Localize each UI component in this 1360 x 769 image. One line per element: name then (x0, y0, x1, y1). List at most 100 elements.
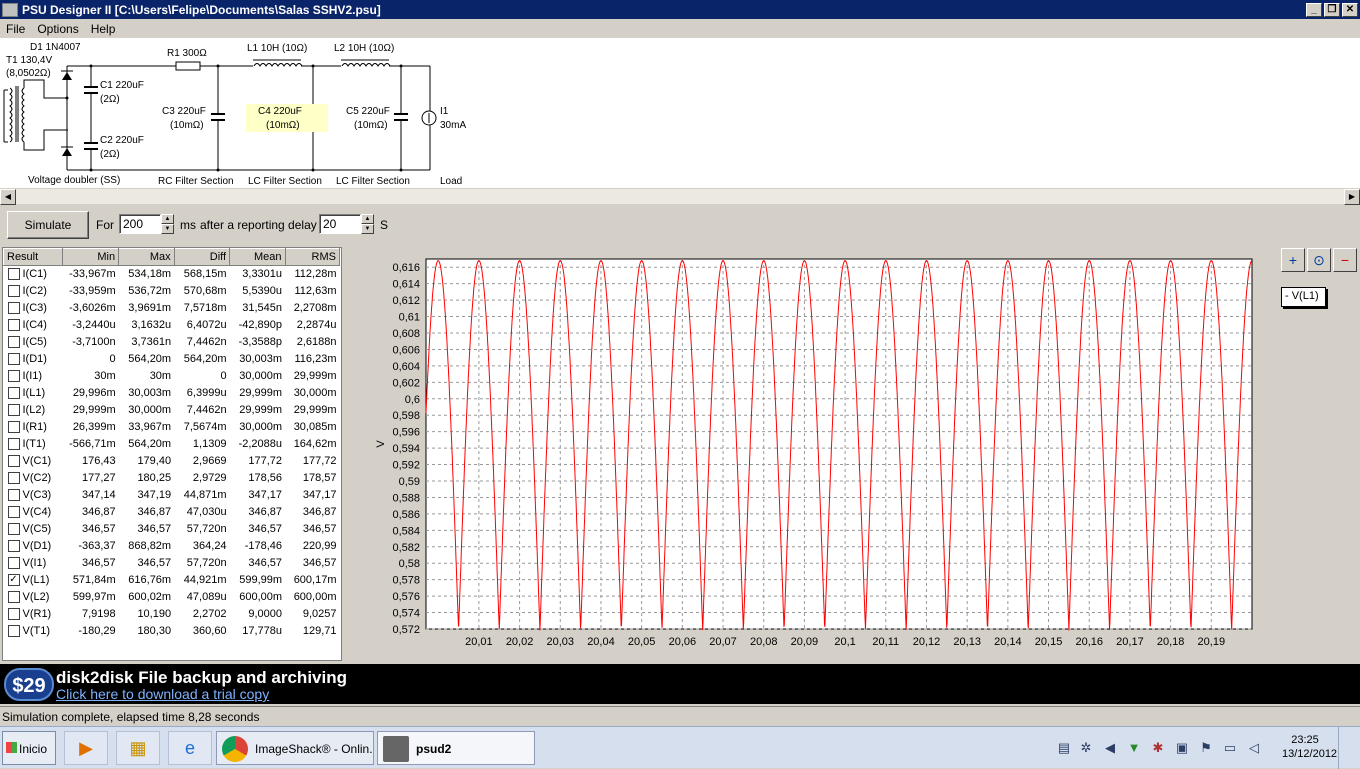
flag-icon[interactable]: ⚑ (1198, 740, 1214, 756)
result-checkbox[interactable] (7, 608, 20, 621)
table-row[interactable]: I(I1) 30m 30m 0 30,000m 29,999m (4, 368, 340, 385)
result-name-cell[interactable]: I(D1) (4, 351, 63, 368)
start-button[interactable]: Inicio (2, 731, 56, 765)
printer-icon[interactable]: ▤ (1056, 740, 1072, 756)
volume-icon[interactable]: ◁ (1246, 740, 1262, 756)
table-row[interactable]: I(D1) 0 564,20m 564,20m 30,003m 116,23m (4, 351, 340, 368)
gear-icon[interactable]: ✲ (1078, 740, 1094, 756)
result-name-cell[interactable]: V(C2) (4, 470, 63, 487)
file-explorer-icon[interactable]: ▦ (116, 731, 160, 765)
result-checkbox[interactable] (7, 523, 20, 536)
waveform-chart[interactable]: 0,572 0,574 0,576 0,578 0,58 0,582 0,584 0,586 0… (346, 247, 1360, 661)
simulate-button[interactable]: Simulate (7, 211, 89, 239)
result-name-cell[interactable]: V(C4) (4, 504, 63, 521)
result-checkbox[interactable]: ✓ (7, 574, 20, 587)
menu-help[interactable]: Help (85, 22, 122, 36)
duration-spinner[interactable]: ▲ ▼ (161, 214, 174, 234)
table-row[interactable]: I(C4) -3,2440u 3,1632u 6,4072u -42,890p 2,287… (4, 317, 340, 334)
col-min[interactable]: Min (61, 248, 120, 266)
table-row[interactable]: V(I1) 346,57 346,57 57,720n 346,57 346,57 (4, 555, 340, 572)
result-name-cell[interactable]: V(D1) (4, 538, 63, 555)
result-name-cell[interactable]: I(I1) (4, 368, 63, 385)
internet-explorer-icon[interactable]: e (168, 731, 212, 765)
result-checkbox[interactable] (7, 319, 20, 332)
minimize-button[interactable]: _ (1306, 2, 1322, 17)
table-row[interactable]: I(T1) -566,71m 564,20m 1,1309 -2,2088u 164,62… (4, 436, 340, 453)
result-name-cell[interactable]: V(I1) (4, 555, 63, 572)
result-checkbox[interactable] (7, 370, 20, 383)
scroll-right-icon[interactable]: ▶ (1344, 189, 1360, 205)
table-row[interactable]: ✓ V(L1) 571,84m 616,76m 44,921m 599,99m 600,17… (4, 572, 340, 589)
result-checkbox[interactable] (7, 387, 20, 400)
col-rms[interactable]: RMS (284, 248, 341, 266)
result-checkbox[interactable] (7, 591, 20, 604)
scroll-left-icon[interactable]: ◀ (0, 189, 16, 205)
result-name-cell[interactable]: V(C1) (4, 453, 63, 470)
result-checkbox[interactable] (7, 557, 20, 570)
task-psud2[interactable]: psud2 (377, 731, 535, 765)
result-name-cell[interactable]: I(R1) (4, 419, 63, 436)
result-checkbox[interactable] (7, 336, 20, 349)
result-checkbox[interactable] (7, 489, 20, 502)
table-row[interactable]: V(R1) 7,9198 10,190 2,2702 9,0000 9,0257 (4, 606, 340, 623)
spin-up-icon[interactable]: ▲ (361, 214, 374, 224)
col-max[interactable]: Max (118, 248, 175, 266)
result-name-cell[interactable]: V(R1) (4, 606, 63, 623)
zoom-in-icon[interactable]: + (1281, 248, 1305, 272)
result-name-cell[interactable]: I(C5) (4, 334, 63, 351)
result-checkbox[interactable] (7, 421, 20, 434)
result-name-cell[interactable]: I(L2) (4, 402, 63, 419)
show-desktop-button[interactable] (1338, 727, 1360, 769)
table-row[interactable]: I(C1) -33,967m 534,18m 568,15m 3,3301u 112,28… (4, 266, 340, 283)
result-name-cell[interactable]: I(L1) (4, 385, 63, 402)
zoom-out-icon[interactable]: − (1333, 248, 1357, 272)
result-name-cell[interactable]: I(C1) (4, 266, 63, 283)
delay-spinner[interactable]: ▲ ▼ (361, 214, 374, 234)
result-name-cell[interactable]: I(C4) (4, 317, 63, 334)
result-name-cell[interactable]: V(C5) (4, 521, 63, 538)
table-row[interactable]: V(T1) -180,29 180,30 360,60 17,778u 129,71 (4, 623, 340, 640)
table-row[interactable]: V(C2) 177,27 180,25 2,9729 178,56 178,57 (4, 470, 340, 487)
task-chrome[interactable]: ImageShack® - Onlin... (216, 731, 374, 765)
ad-banner[interactable]: $29 disk2disk File backup and archiving … (0, 664, 1360, 704)
schematic-panel[interactable]: D1 1N4007 T1 130,4V (8,0502Ω) C1 220uF (… (0, 38, 1360, 188)
result-name-cell[interactable]: I(C3) (4, 300, 63, 317)
table-row[interactable]: I(C3) -3,6026m 3,9691m 7,5718m 31,545n 2,2708… (4, 300, 340, 317)
network-icon[interactable]: ▣ (1174, 740, 1190, 756)
monitor-icon[interactable]: ▭ (1222, 740, 1238, 756)
table-row[interactable]: I(L1) 29,996m 30,003m 6,3999u 29,999m 30,000m (4, 385, 340, 402)
result-name-cell[interactable]: ✓ V(L1) (4, 572, 63, 589)
result-checkbox[interactable] (7, 506, 20, 519)
maximize-button[interactable]: ❐ (1324, 2, 1340, 17)
result-checkbox[interactable] (7, 285, 20, 298)
app-icon[interactable] (2, 2, 18, 17)
spin-down-icon[interactable]: ▼ (361, 224, 374, 234)
result-checkbox[interactable] (7, 540, 20, 553)
menu-options[interactable]: Options (31, 22, 84, 36)
spin-up-icon[interactable]: ▲ (161, 214, 174, 224)
table-row[interactable]: I(R1) 26,399m 33,967m 7,5674m 30,000m 30,085m (4, 419, 340, 436)
col-diff[interactable]: Diff (173, 248, 231, 266)
col-result[interactable]: Result (3, 248, 63, 266)
result-checkbox[interactable] (7, 472, 20, 485)
table-row[interactable]: I(C2) -33,959m 536,72m 570,68m 5,5390u 112,63… (4, 283, 340, 300)
table-row[interactable]: V(D1) -363,37 868,82m 364,24 -178,46 220,99 (4, 538, 340, 555)
system-clock[interactable]: 23:25 13/12/2012 (1282, 733, 1337, 761)
result-checkbox[interactable] (7, 353, 20, 366)
table-row[interactable]: V(C1) 176,43 179,40 2,9669 177,72 177,72 (4, 453, 340, 470)
result-checkbox[interactable] (7, 404, 20, 417)
banner-download-link[interactable]: Click here to download a trial copy (56, 686, 269, 702)
antivirus-icon[interactable]: ✱ (1150, 740, 1166, 756)
close-button[interactable]: ✕ (1342, 2, 1358, 17)
media-player-icon[interactable]: ▶ (64, 731, 108, 765)
table-row[interactable]: I(C5) -3,7100n 3,7361n 7,4462n -3,3588p 2,618… (4, 334, 340, 351)
result-checkbox[interactable] (7, 268, 20, 281)
table-row[interactable]: V(C4) 346,87 346,87 47,030u 346,87 346,87 (4, 504, 340, 521)
result-name-cell[interactable]: I(C2) (4, 283, 63, 300)
table-row[interactable]: V(C3) 347,14 347,19 44,871m 347,17 347,17 (4, 487, 340, 504)
result-checkbox[interactable] (7, 302, 20, 315)
duration-input[interactable]: 200 (119, 214, 161, 234)
table-row[interactable]: I(L2) 29,999m 30,000m 7,4462n 29,999m 29,999m (4, 402, 340, 419)
result-name-cell[interactable]: V(L2) (4, 589, 63, 606)
result-checkbox[interactable] (7, 438, 20, 451)
